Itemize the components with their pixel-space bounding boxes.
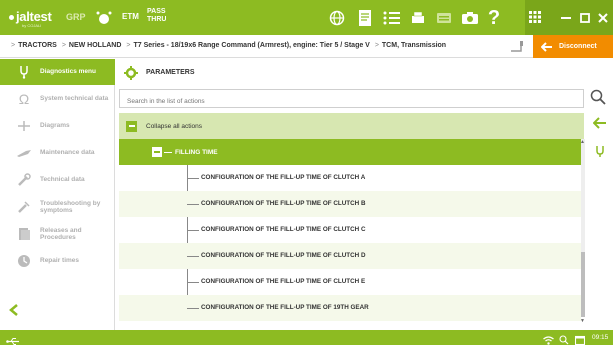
- printer-icon[interactable]: [408, 8, 428, 28]
- collapse-all-row[interactable]: Collapse all actions: [119, 113, 584, 139]
- passthru-button[interactable]: PASS THRU: [147, 8, 166, 24]
- help-icon[interactable]: ?: [484, 7, 504, 29]
- camera-icon[interactable]: [460, 8, 480, 28]
- sidebar-item-diagrams[interactable]: Diagrams: [0, 113, 115, 139]
- parameters-header: PARAMETERS: [116, 59, 613, 86]
- repair-times-icon: [16, 253, 32, 269]
- status-bar: 09:15: [0, 330, 613, 345]
- parameters-gear-icon: [124, 66, 138, 80]
- usb-icon: [6, 333, 20, 345]
- breadcrumb-item-system[interactable]: TCM, Transmission: [382, 42, 446, 49]
- clock-time: 09:15: [592, 334, 609, 341]
- wifi-icon: [543, 332, 554, 345]
- list-item[interactable]: CONFIGURATION OF THE FILL-UP TIME OF CLU…: [119, 165, 581, 191]
- list-item[interactable]: CONFIGURATION OF THE FILL-UP TIME OF CLU…: [119, 191, 581, 217]
- group-filling-time[interactable]: FILLING TIME: [119, 139, 581, 165]
- wrench-icon: [16, 172, 32, 188]
- etm-button[interactable]: ETM: [122, 12, 139, 21]
- breadcrumb-item-tractors[interactable]: TRACTORS: [18, 42, 57, 49]
- window-controls: [525, 0, 613, 35]
- sidebar: Diagnostics menu Ω System technical data…: [0, 59, 115, 330]
- diagnostics-tool-icon[interactable]: [594, 145, 608, 159]
- scrollbar-thumb[interactable]: [581, 252, 585, 317]
- grp-button[interactable]: GRP: [66, 12, 86, 22]
- search-icon[interactable]: [590, 89, 608, 108]
- disconnect-button[interactable]: Disconnect: [533, 35, 613, 58]
- sidebar-item-repair-times[interactable]: Repair times: [0, 248, 115, 274]
- diagram-icon: [16, 118, 32, 134]
- list-item[interactable]: CONFIGURATION OF THE FILL-UP TIME OF 19T…: [119, 295, 581, 321]
- list-item[interactable]: CONFIGURATION OF THE FILL-UP TIME OF CLU…: [119, 243, 581, 269]
- search-box: [119, 89, 584, 110]
- top-toolbar: jaltest by COJALI GRP ETM PASS THRU ?: [0, 0, 613, 35]
- sidebar-item-releases-procedures[interactable]: Releases and Procedures: [0, 221, 115, 247]
- connector-icon: [509, 39, 525, 55]
- sidebar-item-system-technical-data[interactable]: Ω System technical data: [0, 86, 115, 112]
- scroll-down-icon[interactable]: ▼: [580, 318, 585, 324]
- arrow-left-icon: [540, 39, 553, 55]
- zoom-icon[interactable]: [559, 332, 570, 345]
- sidebar-item-technical-data[interactable]: Technical data: [0, 167, 115, 193]
- page-title: PARAMETERS: [146, 69, 195, 76]
- tree-connector: [164, 151, 172, 153]
- report-icon[interactable]: [355, 8, 375, 28]
- calendar-icon: [574, 332, 586, 345]
- scroll-up-icon[interactable]: ▲: [580, 139, 585, 145]
- sidebar-item-troubleshooting[interactable]: Troubleshooting by symptoms: [0, 194, 115, 220]
- list-item[interactable]: CONFIGURATION OF THE FILL-UP TIME OF CLU…: [119, 269, 581, 295]
- keyboard-icon[interactable]: [434, 8, 454, 28]
- search-input[interactable]: [120, 93, 583, 110]
- apps-grid-icon[interactable]: [529, 10, 543, 24]
- vehicle-scan-icon[interactable]: [94, 8, 114, 28]
- collapse-sidebar-icon[interactable]: [9, 303, 19, 321]
- omega-icon: Ω: [18, 91, 30, 107]
- diagnostics-icon: [16, 64, 32, 80]
- troubleshooting-icon: [16, 199, 32, 215]
- jaltest-logo: jaltest: [9, 9, 52, 24]
- list-icon[interactable]: [382, 8, 402, 28]
- close-icon[interactable]: [588, 0, 613, 35]
- breadcrumb-item-model[interactable]: T7 Series - 18/19x6 Range Command (Armre…: [133, 42, 369, 49]
- maintenance-icon: [16, 145, 32, 161]
- back-arrow-icon[interactable]: [592, 116, 607, 132]
- sidebar-item-diagnostics-menu[interactable]: Diagnostics menu: [0, 59, 115, 85]
- procedures-icon: [16, 226, 32, 242]
- logo-subtitle: by COJALI: [22, 23, 42, 28]
- collapse-minus-icon: [126, 120, 137, 132]
- list-item[interactable]: CONFIGURATION OF THE FILL-UP TIME OF CLU…: [119, 217, 581, 243]
- breadcrumb-item-new-holland[interactable]: NEW HOLLAND: [69, 42, 122, 49]
- sidebar-item-maintenance-data[interactable]: Maintenance data: [0, 140, 115, 166]
- group-minus-icon: [152, 147, 162, 157]
- globe-icon[interactable]: [327, 8, 347, 28]
